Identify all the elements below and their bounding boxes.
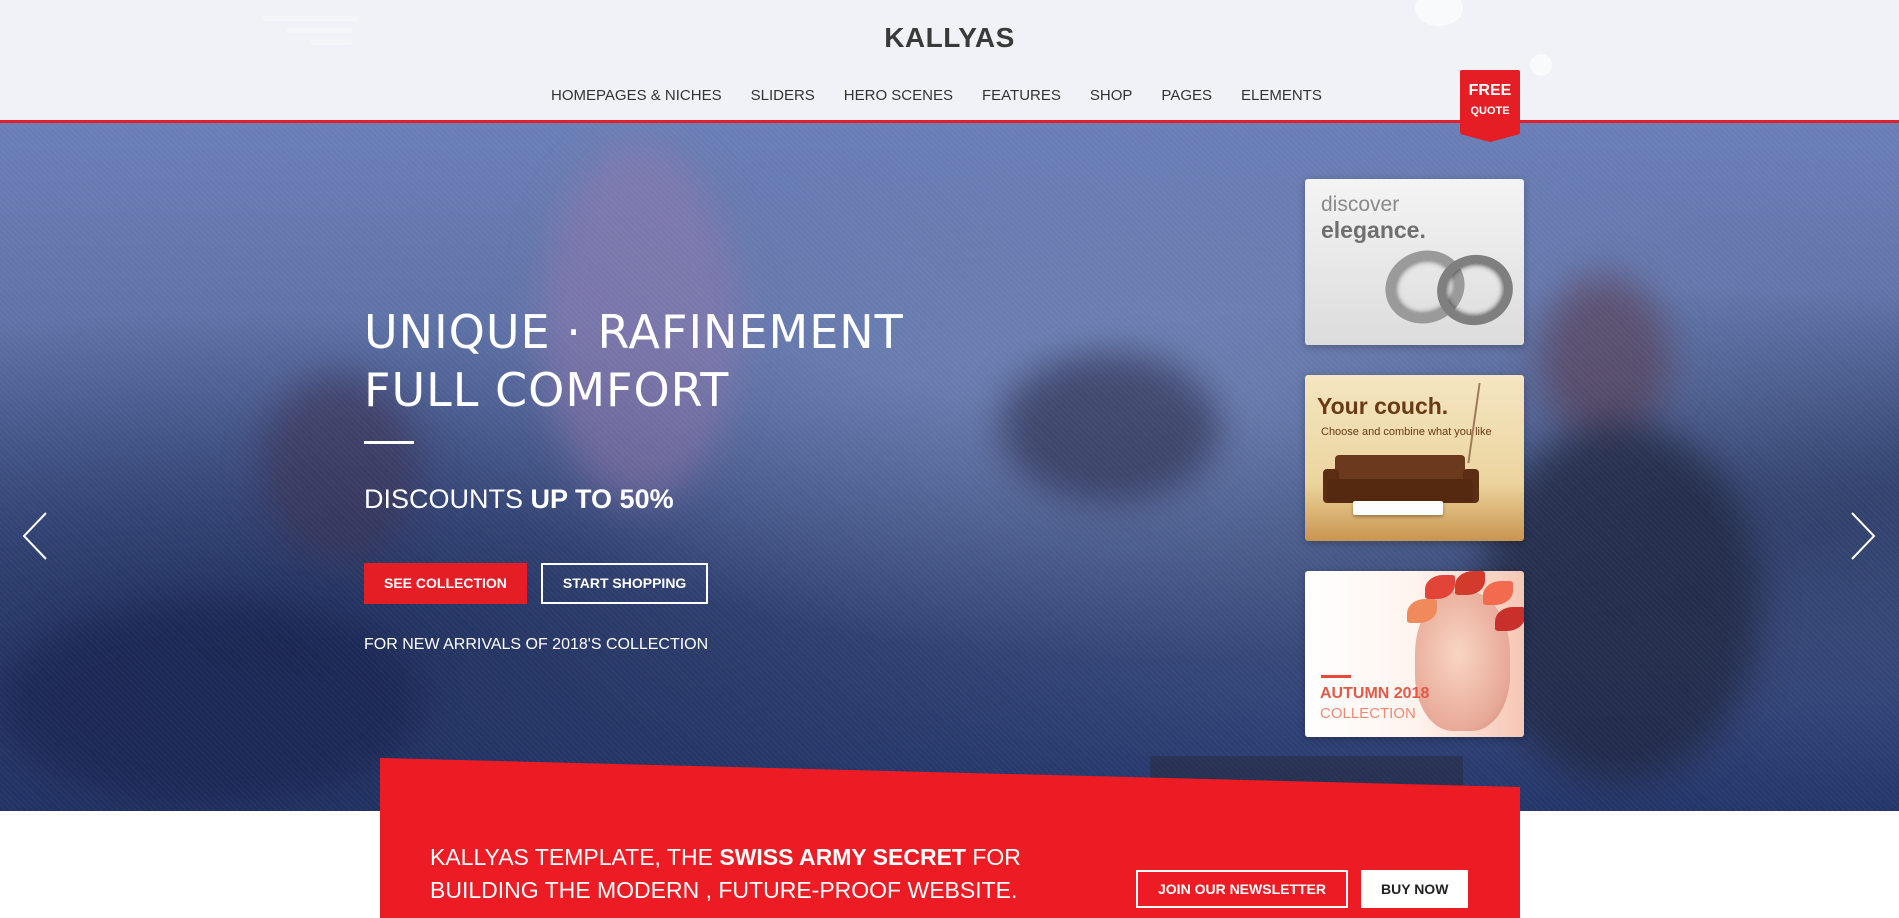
leaf-decoration <box>1495 607 1524 631</box>
free-quote-line2: QUOTE <box>1470 105 1510 117</box>
discount-highlight: UP TO 50% <box>530 484 674 514</box>
banner-text-highlight: SWISS ARMY SECRET <box>719 844 966 870</box>
banner-text: KALLYAS TEMPLATE, THE SWISS ARMY SECRET … <box>430 841 1021 907</box>
free-quote-button[interactable]: FREE QUOTE <box>1460 70 1520 142</box>
hero-separator <box>364 441 414 444</box>
hero-buttons: SEE COLLECTION START SHOPPING <box>364 563 904 604</box>
site-header: KALLYAS HOMEPAGES & NICHES SLIDERS HERO … <box>0 0 1899 123</box>
hero-title-line1: UNIQUE · RAFINEMENT <box>364 305 904 359</box>
promo-card-couch[interactable]: Your couch. Choose and combine what you … <box>1305 375 1524 541</box>
hero-bg-blur <box>1000 353 1220 503</box>
chevron-left-icon <box>22 512 47 560</box>
discount-prefix: DISCOUNTS <box>364 484 524 514</box>
hero-content: UNIQUE · RAFINEMENT FULL COMFORT DISCOUN… <box>364 303 904 654</box>
coffee-table-image <box>1353 501 1443 515</box>
start-shopping-button[interactable]: START SHOPPING <box>540 563 709 604</box>
promo-card-elegance[interactable]: discover elegance. <box>1305 179 1524 345</box>
chevron-right-icon <box>1851 512 1876 560</box>
main-nav: HOMEPAGES & NICHES SLIDERS HERO SCENES F… <box>551 87 1351 104</box>
see-collection-button[interactable]: SEE COLLECTION <box>364 563 527 604</box>
tree-decoration <box>1467 383 1519 463</box>
hero-bg-blur <box>1540 273 1670 443</box>
hero-slider: UNIQUE · RAFINEMENT FULL COMFORT DISCOUN… <box>0 123 1899 811</box>
couch-title: Your couch. <box>1317 393 1449 419</box>
hero-bg-blur <box>0 603 420 803</box>
slider-prev-button[interactable] <box>18 509 54 563</box>
elegance-line2: elegance. <box>1321 217 1426 243</box>
nav-item-features[interactable]: FEATURES <box>982 87 1061 104</box>
nav-item-elements[interactable]: ELEMENTS <box>1241 87 1322 104</box>
banner-text-line2: BUILDING THE MODERN , FUTURE-PROOF WEBSI… <box>430 877 1018 903</box>
hero-discount: DISCOUNTS UP TO 50% <box>364 484 904 515</box>
leaf-decoration <box>1455 571 1485 595</box>
autumn-line1: AUTUMN 2018 <box>1320 685 1430 702</box>
couch-subtitle: Choose and combine what you like <box>1321 426 1492 438</box>
join-newsletter-button[interactable]: JOIN OUR NEWSLETTER <box>1136 870 1349 908</box>
autumn-line2: COLLECTION <box>1320 705 1416 722</box>
nav-item-shop[interactable]: SHOP <box>1090 87 1133 104</box>
promo-card-autumn[interactable]: AUTUMN 2018 COLLECTION <box>1305 571 1524 737</box>
decorative-circle <box>1530 54 1552 76</box>
slider-next-button[interactable] <box>1844 509 1880 563</box>
hero-subtext: FOR NEW ARRIVALS OF 2018'S COLLECTION <box>364 636 709 653</box>
site-logo[interactable]: KALLYAS <box>0 22 1899 54</box>
hero-title-line2: FULL COMFORT <box>364 363 730 417</box>
autumn-accent-line <box>1321 675 1351 678</box>
sofa-image <box>1327 479 1473 503</box>
free-quote-line1: FREE <box>1468 82 1512 99</box>
nav-item-hero-scenes[interactable]: HERO SCENES <box>844 87 953 104</box>
banner-text-suffix: FOR <box>972 844 1021 870</box>
leaf-decoration <box>1483 581 1513 605</box>
elegance-line1: discover <box>1321 193 1400 216</box>
buy-now-button[interactable]: BUY NOW <box>1361 870 1469 908</box>
nav-item-homepages[interactable]: HOMEPAGES & NICHES <box>551 87 722 104</box>
nav-item-pages[interactable]: PAGES <box>1161 87 1212 104</box>
nav-item-sliders[interactable]: SLIDERS <box>751 87 815 104</box>
banner-text-prefix: KALLYAS TEMPLATE, THE <box>430 844 713 870</box>
